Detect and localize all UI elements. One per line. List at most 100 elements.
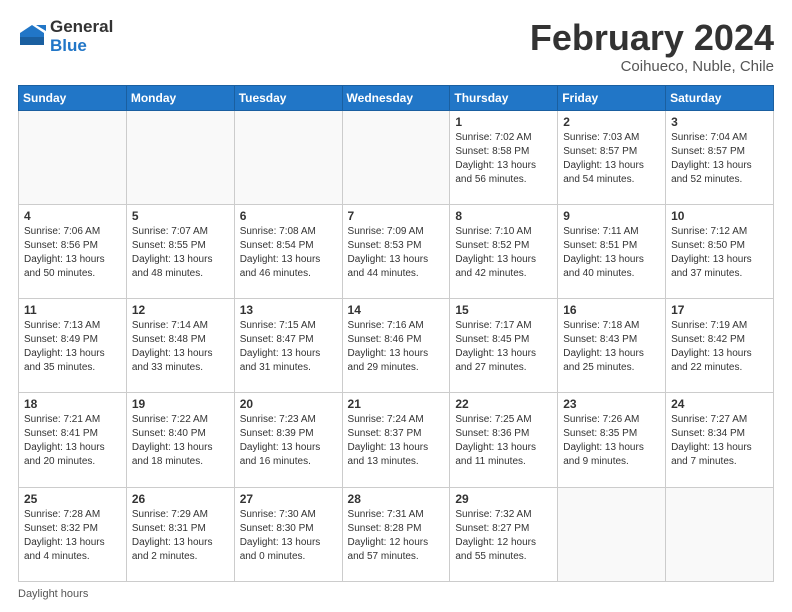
day-detail: Sunrise: 7:02 AMSunset: 8:58 PMDaylight:… xyxy=(455,131,552,187)
day-number: 27 xyxy=(240,492,337,506)
day-detail: Sunrise: 7:26 AMSunset: 8:35 PMDaylight:… xyxy=(563,413,660,469)
day-cell: 23Sunrise: 7:26 AMSunset: 8:35 PMDayligh… xyxy=(558,393,666,487)
day-detail: Sunrise: 7:16 AMSunset: 8:46 PMDaylight:… xyxy=(348,319,445,375)
header-day-sunday: Sunday xyxy=(19,85,127,110)
logo-blue-text: Blue xyxy=(50,37,113,56)
day-detail: Sunrise: 7:18 AMSunset: 8:43 PMDaylight:… xyxy=(563,319,660,375)
day-cell: 15 Sunrise: 7:17 AMSunset: 8:45 PMDayligh… xyxy=(450,299,558,393)
calendar-location: Coihueco, Nuble, Chile xyxy=(530,58,774,75)
day-number: 28 xyxy=(348,492,445,506)
calendar-table: SundayMondayTuesdayWednesdayThursdayFrid… xyxy=(18,85,774,582)
day-number: 11 xyxy=(24,303,121,317)
week-row-5: 25 Sunrise: 7:28 AMSunset: 8:32 PMDayligh… xyxy=(19,487,774,581)
day-cell: 19Sunrise: 7:22 AMSunset: 8:40 PMDayligh… xyxy=(126,393,234,487)
day-cell: 4 Sunrise: 7:06 AMSunset: 8:56 PMDaylight… xyxy=(19,204,127,298)
day-number: 7 xyxy=(348,209,445,223)
day-detail: Sunrise: 7:28 AMSunset: 8:32 PMDaylight:… xyxy=(24,508,121,564)
week-row-4: 18Sunrise: 7:21 AMSunset: 8:41 PMDayligh… xyxy=(19,393,774,487)
day-number: 10 xyxy=(671,209,768,223)
day-detail: Sunrise: 7:14 AMSunset: 8:48 PMDaylight:… xyxy=(132,319,229,375)
header: General Blue February 2024 Coihueco, Nub… xyxy=(18,18,774,75)
day-number: 2 xyxy=(563,115,660,129)
day-number: 15 xyxy=(455,303,552,317)
day-detail: Sunrise: 7:32 AMSunset: 8:27 PMDaylight:… xyxy=(455,508,552,564)
day-cell: 29 Sunrise: 7:32 AMSunset: 8:27 PMDayligh… xyxy=(450,487,558,581)
calendar-footer: Daylight hours xyxy=(18,588,774,600)
header-day-thursday: Thursday xyxy=(450,85,558,110)
day-number: 21 xyxy=(348,397,445,411)
day-cell: 14 Sunrise: 7:16 AMSunset: 8:46 PMDayligh… xyxy=(342,299,450,393)
day-detail: Sunrise: 7:06 AMSunset: 8:56 PMDaylight:… xyxy=(24,225,121,281)
day-number: 17 xyxy=(671,303,768,317)
day-detail: Sunrise: 7:24 AMSunset: 8:37 PMDaylight:… xyxy=(348,413,445,469)
day-detail: Sunrise: 7:12 AMSunset: 8:50 PMDaylight:… xyxy=(671,225,768,281)
day-cell: 21 Sunrise: 7:24 AMSunset: 8:37 PMDayligh… xyxy=(342,393,450,487)
day-cell xyxy=(342,110,450,204)
header-day-friday: Friday xyxy=(558,85,666,110)
header-day-wednesday: Wednesday xyxy=(342,85,450,110)
week-row-3: 11 Sunrise: 7:13 AMSunset: 8:49 PMDayligh… xyxy=(19,299,774,393)
day-cell: 28 Sunrise: 7:31 AMSunset: 8:28 PMDayligh… xyxy=(342,487,450,581)
day-cell: 24 Sunrise: 7:27 AMSunset: 8:34 PMDayligh… xyxy=(666,393,774,487)
calendar-page: General Blue February 2024 Coihueco, Nub… xyxy=(0,0,792,612)
day-detail: Sunrise: 7:17 AMSunset: 8:45 PMDaylight:… xyxy=(455,319,552,375)
day-cell: 3Sunrise: 7:04 AMSunset: 8:57 PMDaylight… xyxy=(666,110,774,204)
day-detail: Sunrise: 7:27 AMSunset: 8:34 PMDaylight:… xyxy=(671,413,768,469)
day-detail: Sunrise: 7:21 AMSunset: 8:41 PMDaylight:… xyxy=(24,413,121,469)
header-day-saturday: Saturday xyxy=(666,85,774,110)
day-cell: 27 Sunrise: 7:30 AMSunset: 8:30 PMDayligh… xyxy=(234,487,342,581)
day-detail: Sunrise: 7:15 AMSunset: 8:47 PMDaylight:… xyxy=(240,319,337,375)
day-cell: 1Sunrise: 7:02 AMSunset: 8:58 PMDaylight… xyxy=(450,110,558,204)
daylight-hours-label: Daylight hours xyxy=(18,588,88,600)
day-cell: 22Sunrise: 7:25 AMSunset: 8:36 PMDayligh… xyxy=(450,393,558,487)
day-number: 14 xyxy=(348,303,445,317)
day-cell: 10 Sunrise: 7:12 AMSunset: 8:50 PMDayligh… xyxy=(666,204,774,298)
day-number: 20 xyxy=(240,397,337,411)
day-cell: 17 Sunrise: 7:19 AMSunset: 8:42 PMDayligh… xyxy=(666,299,774,393)
day-cell: 26Sunrise: 7:29 AMSunset: 8:31 PMDayligh… xyxy=(126,487,234,581)
week-row-1: 1Sunrise: 7:02 AMSunset: 8:58 PMDaylight… xyxy=(19,110,774,204)
day-number: 8 xyxy=(455,209,552,223)
day-number: 25 xyxy=(24,492,121,506)
day-cell xyxy=(666,487,774,581)
logo-general-text: General xyxy=(50,18,113,37)
day-cell xyxy=(126,110,234,204)
day-cell: 7Sunrise: 7:09 AMSunset: 8:53 PMDaylight… xyxy=(342,204,450,298)
day-cell: 9Sunrise: 7:11 AMSunset: 8:51 PMDaylight… xyxy=(558,204,666,298)
day-cell: 20 Sunrise: 7:23 AMSunset: 8:39 PMDayligh… xyxy=(234,393,342,487)
day-number: 16 xyxy=(563,303,660,317)
day-cell: 6Sunrise: 7:08 AMSunset: 8:54 PMDaylight… xyxy=(234,204,342,298)
day-number: 4 xyxy=(24,209,121,223)
day-detail: Sunrise: 7:31 AMSunset: 8:28 PMDaylight:… xyxy=(348,508,445,564)
day-detail: Sunrise: 7:11 AMSunset: 8:51 PMDaylight:… xyxy=(563,225,660,281)
day-detail: Sunrise: 7:13 AMSunset: 8:49 PMDaylight:… xyxy=(24,319,121,375)
logo-icon xyxy=(18,23,46,51)
day-cell: 16 Sunrise: 7:18 AMSunset: 8:43 PMDayligh… xyxy=(558,299,666,393)
day-number: 19 xyxy=(132,397,229,411)
day-detail: Sunrise: 7:25 AMSunset: 8:36 PMDaylight:… xyxy=(455,413,552,469)
day-number: 12 xyxy=(132,303,229,317)
day-cell xyxy=(558,487,666,581)
calendar-header-row: SundayMondayTuesdayWednesdayThursdayFrid… xyxy=(19,85,774,110)
day-detail: Sunrise: 7:30 AMSunset: 8:30 PMDaylight:… xyxy=(240,508,337,564)
day-cell: 18Sunrise: 7:21 AMSunset: 8:41 PMDayligh… xyxy=(19,393,127,487)
day-number: 29 xyxy=(455,492,552,506)
day-cell: 5Sunrise: 7:07 AMSunset: 8:55 PMDaylight… xyxy=(126,204,234,298)
calendar-title: February 2024 xyxy=(530,18,774,58)
header-day-tuesday: Tuesday xyxy=(234,85,342,110)
day-cell: 8Sunrise: 7:10 AMSunset: 8:52 PMDaylight… xyxy=(450,204,558,298)
title-block: February 2024 Coihueco, Nuble, Chile xyxy=(530,18,774,75)
day-detail: Sunrise: 7:29 AMSunset: 8:31 PMDaylight:… xyxy=(132,508,229,564)
day-detail: Sunrise: 7:19 AMSunset: 8:42 PMDaylight:… xyxy=(671,319,768,375)
day-number: 24 xyxy=(671,397,768,411)
day-detail: Sunrise: 7:23 AMSunset: 8:39 PMDaylight:… xyxy=(240,413,337,469)
week-row-2: 4 Sunrise: 7:06 AMSunset: 8:56 PMDaylight… xyxy=(19,204,774,298)
day-cell: 11 Sunrise: 7:13 AMSunset: 8:49 PMDayligh… xyxy=(19,299,127,393)
logo-text: General Blue xyxy=(50,18,113,55)
day-cell: 25 Sunrise: 7:28 AMSunset: 8:32 PMDayligh… xyxy=(19,487,127,581)
day-number: 3 xyxy=(671,115,768,129)
day-detail: Sunrise: 7:08 AMSunset: 8:54 PMDaylight:… xyxy=(240,225,337,281)
day-detail: Sunrise: 7:03 AMSunset: 8:57 PMDaylight:… xyxy=(563,131,660,187)
logo: General Blue xyxy=(18,18,113,55)
day-cell: 12 Sunrise: 7:14 AMSunset: 8:48 PMDayligh… xyxy=(126,299,234,393)
